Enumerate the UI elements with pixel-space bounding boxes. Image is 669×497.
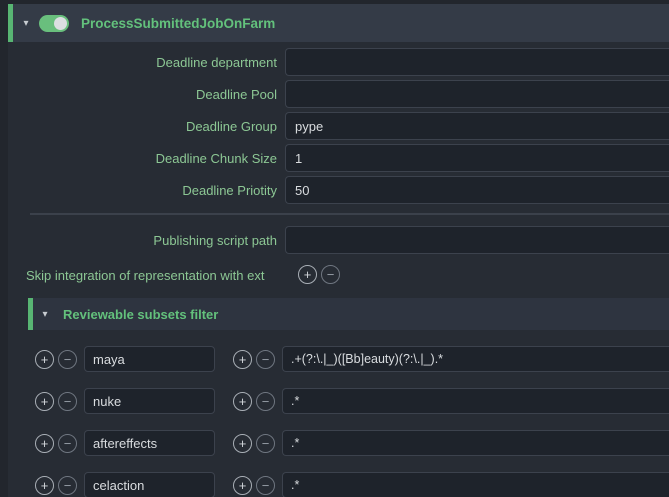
section-body: Deadline department Deadline Pool Deadli… [8,42,669,497]
filter-row-celaction: + − + − [35,472,669,497]
filter-row-nuke: + − + − [35,388,669,414]
remove-item-button[interactable]: − [58,350,77,369]
divider [30,213,669,215]
filter-value-input[interactable] [282,472,669,497]
form-row-deadline-priority: Deadline Priotity [8,174,669,206]
subsection-title: Reviewable subsets filter [63,307,218,322]
reviewable-subsets-filter-header[interactable]: ▾ Reviewable subsets filter [28,298,669,330]
add-item-button[interactable]: + [233,434,252,453]
filter-key-input[interactable] [84,472,215,497]
remove-item-button[interactable]: − [58,392,77,411]
deadline-chunk-size-input[interactable] [285,144,669,172]
filter-key-input[interactable] [84,430,215,456]
remove-item-button[interactable]: − [58,434,77,453]
remove-item-button[interactable]: − [321,265,340,284]
field-label: Publishing script path [8,233,285,248]
key-buttons: + − [35,476,77,495]
deadline-pool-input[interactable] [285,80,669,108]
field-label: Deadline Priotity [8,183,285,198]
add-item-button[interactable]: + [35,350,54,369]
settings-page: ▾ ProcessSubmittedJobOnFarm Deadline dep… [0,0,669,497]
enabled-toggle[interactable] [39,15,69,32]
field-label: Skip integration of representation with … [26,268,264,283]
collapse-caret-icon[interactable]: ▾ [18,18,34,29]
key-buttons: + − [35,434,77,453]
deadline-priority-input[interactable] [285,176,669,204]
key-buttons: + − [35,350,77,369]
form-row-deadline-chunk-size: Deadline Chunk Size [8,142,669,174]
filter-key-input[interactable] [84,346,215,372]
process-submitted-job-section: ▾ ProcessSubmittedJobOnFarm Deadline dep… [8,4,669,497]
add-item-button[interactable]: + [35,476,54,495]
toggle-knob [54,17,67,30]
add-item-button[interactable]: + [233,350,252,369]
value-buttons: + − [233,392,275,411]
form-row-deadline-department: Deadline department [8,46,669,78]
form-row-publishing-script-path: Publishing script path [8,224,669,256]
field-label: Deadline Pool [8,87,285,102]
add-item-button[interactable]: + [298,265,317,284]
add-item-button[interactable]: + [233,476,252,495]
form-row-deadline-pool: Deadline Pool [8,78,669,110]
filter-row-maya: + − + − [35,346,669,372]
deadline-department-input[interactable] [285,48,669,76]
add-item-button[interactable]: + [35,434,54,453]
add-item-button[interactable]: + [233,392,252,411]
filter-row-aftereffects: + − + − [35,430,669,456]
value-buttons: + − [233,434,275,453]
publishing-script-path-input[interactable] [285,226,669,254]
form-row-deadline-group: Deadline Group [8,110,669,142]
remove-item-button[interactable]: − [256,392,275,411]
key-buttons: + − [35,392,77,411]
section-header[interactable]: ▾ ProcessSubmittedJobOnFarm [8,4,669,42]
remove-item-button[interactable]: − [256,434,275,453]
remove-item-button[interactable]: − [256,476,275,495]
value-buttons: + − [233,350,275,369]
remove-item-button[interactable]: − [256,350,275,369]
remove-item-button[interactable]: − [58,476,77,495]
filter-key-input[interactable] [84,388,215,414]
field-label: Deadline Chunk Size [8,151,285,166]
filter-value-input[interactable] [282,388,669,414]
value-buttons: + − [233,476,275,495]
deadline-group-input[interactable] [285,112,669,140]
field-label: Deadline Group [8,119,285,134]
filter-value-input[interactable] [282,346,669,372]
filter-value-input[interactable] [282,430,669,456]
field-label: Deadline department [8,55,285,70]
collapse-caret-icon[interactable]: ▾ [37,309,53,320]
section-title: ProcessSubmittedJobOnFarm [81,16,275,31]
list-buttons: + − [298,265,340,284]
form-row-skip-integration-ext: Skip integration of representation with … [8,259,669,291]
add-item-button[interactable]: + [35,392,54,411]
